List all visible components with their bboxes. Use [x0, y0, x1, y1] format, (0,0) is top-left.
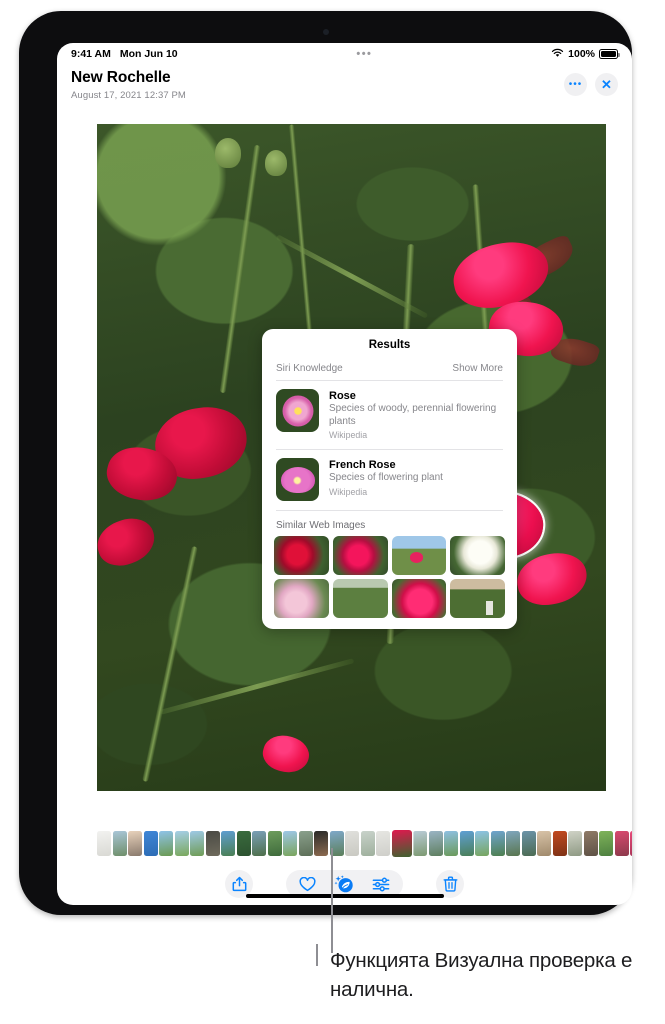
home-indicator[interactable] — [245, 893, 444, 898]
filmstrip-thumbnail[interactable] — [252, 830, 266, 856]
result-entry-french-rose[interactable]: French Rose Species of flowering plant W… — [262, 450, 517, 510]
filmstrip-thumbnail[interactable] — [490, 830, 505, 856]
filmstrip-thumbnail[interactable] — [444, 830, 458, 856]
status-bar: 9:41 AM Mon Jun 10 ••• 100% — [57, 43, 632, 65]
visual-lookup-results-popover: Results Siri Knowledge Show More Rose Sp… — [262, 329, 517, 629]
ellipsis-icon: ••• — [568, 78, 583, 90]
callout-leader-line — [331, 848, 333, 953]
photo-detail-header: New Rochelle August 17, 2021 12:37 PM ••… — [57, 65, 632, 121]
filmstrip-thumbnail[interactable] — [537, 830, 551, 856]
filmstrip-thumbnail[interactable] — [506, 830, 520, 856]
filmstrip-thumbnail[interactable] — [267, 830, 282, 856]
similar-web-images-grid — [262, 536, 517, 618]
callout-caption: Функцията Визуална проверка е налична. — [330, 949, 633, 1002]
close-button[interactable]: ✕ — [595, 73, 618, 96]
web-image-thumbnail[interactable] — [274, 536, 329, 575]
sliders-icon — [372, 877, 390, 891]
result-description: Species of flowering plant — [329, 472, 443, 483]
filmstrip-thumbnail[interactable] — [205, 830, 220, 856]
callout-tick-mark — [316, 944, 318, 966]
similar-web-images-label: Similar Web Images — [276, 520, 366, 531]
filmstrip-thumbnail[interactable] — [190, 830, 204, 856]
dynamic-island-dots-icon: ••• — [356, 48, 373, 60]
filmstrip-thumbnail[interactable] — [345, 830, 359, 856]
filmstrip-thumbnail[interactable] — [614, 830, 629, 856]
photo-thumbnail-strip[interactable] — [97, 829, 632, 857]
adjust-button[interactable] — [372, 877, 390, 892]
battery-percent-label: 100% — [568, 48, 595, 60]
filmstrip-thumbnail[interactable] — [376, 830, 390, 856]
status-bar-center: ••• — [178, 48, 552, 60]
front-camera-dot — [322, 29, 329, 35]
trash-icon — [443, 876, 457, 892]
filmstrip-thumbnail[interactable] — [174, 830, 189, 856]
filmstrip-thumbnail[interactable] — [630, 830, 632, 856]
web-image-thumbnail[interactable] — [332, 579, 388, 618]
result-source: Wikipedia — [329, 486, 368, 497]
filmstrip-thumbnail[interactable] — [97, 830, 111, 856]
visual-lookup-button[interactable] — [334, 874, 354, 894]
heart-icon — [299, 876, 316, 891]
result-entry-text: French Rose Species of flowering plant W… — [329, 458, 443, 501]
filmstrip-thumbnail-selected[interactable] — [391, 829, 412, 857]
filmstrip-thumbnail[interactable] — [413, 830, 427, 856]
siri-knowledge-label: Siri Knowledge — [276, 363, 343, 374]
status-date: Mon Jun 10 — [119, 48, 178, 60]
photo-bottom-toolbar — [57, 863, 632, 905]
close-icon: ✕ — [601, 77, 612, 92]
show-more-button[interactable]: Show More — [452, 363, 503, 374]
web-image-thumbnail[interactable] — [450, 536, 505, 575]
header-actions: ••• ✕ — [564, 73, 618, 96]
page-title: New Rochelle — [71, 69, 171, 86]
filmstrip-thumbnail[interactable] — [128, 830, 142, 856]
filmstrip-thumbnail[interactable] — [552, 830, 567, 856]
status-bar-left: 9:41 AM Mon Jun 10 — [71, 48, 178, 60]
pink-wild-rose-thumbnail — [276, 389, 319, 432]
more-options-button[interactable]: ••• — [564, 73, 587, 96]
visual-lookup-icon — [334, 874, 353, 892]
result-description: Species of woody, perennial flowering pl… — [329, 403, 497, 427]
filmstrip-thumbnail[interactable] — [360, 830, 375, 856]
web-image-thumbnail[interactable] — [391, 579, 447, 618]
photo-rose-bud — [265, 150, 287, 176]
result-entry-rose[interactable]: Rose Species of woody, perennial floweri… — [262, 381, 517, 449]
photo-rose-bud — [215, 138, 241, 168]
status-time: 9:41 AM — [71, 48, 111, 60]
result-source: Wikipedia — [329, 430, 368, 440]
result-entry-text: Rose Species of woody, perennial floweri… — [329, 389, 503, 440]
filmstrip-thumbnail[interactable] — [568, 830, 582, 856]
favorite-button[interactable] — [299, 876, 316, 892]
filmstrip-thumbnail[interactable] — [599, 830, 613, 856]
filmstrip-thumbnail[interactable] — [298, 830, 313, 856]
ipad-device-frame: 9:41 AM Mon Jun 10 ••• 100% New Rochelle… — [19, 11, 632, 915]
filmstrip-thumbnail[interactable] — [236, 830, 251, 856]
filmstrip-thumbnail[interactable] — [143, 830, 158, 856]
web-image-thumbnail[interactable] — [332, 536, 388, 575]
results-popover-title: Results — [368, 339, 411, 351]
filmstrip-thumbnail[interactable] — [112, 830, 127, 856]
result-title: Rose — [329, 390, 356, 402]
filmstrip-thumbnail[interactable] — [459, 830, 474, 856]
filmstrip-thumbnail[interactable] — [521, 830, 536, 856]
filmstrip-thumbnail[interactable] — [159, 830, 173, 856]
share-icon — [232, 876, 246, 892]
wifi-icon — [551, 48, 564, 61]
filmstrip-thumbnail[interactable] — [314, 830, 328, 856]
result-title: French Rose — [329, 459, 396, 471]
magenta-rose-thumbnail — [276, 458, 319, 501]
filmstrip-thumbnail[interactable] — [283, 830, 297, 856]
status-bar-right: 100% — [551, 48, 620, 61]
filmstrip-thumbnail[interactable] — [475, 830, 489, 856]
photo-timestamp: August 17, 2021 12:37 PM — [71, 90, 186, 101]
siri-knowledge-header: Siri Knowledge Show More — [262, 363, 517, 380]
web-image-thumbnail[interactable] — [450, 579, 505, 618]
filmstrip-thumbnail[interactable] — [583, 830, 598, 856]
battery-full-icon — [599, 49, 620, 59]
filmstrip-thumbnail[interactable] — [221, 830, 235, 856]
web-image-thumbnail[interactable] — [274, 579, 329, 618]
web-image-thumbnail[interactable] — [391, 536, 447, 575]
device-screen: 9:41 AM Mon Jun 10 ••• 100% New Rochelle… — [57, 43, 632, 905]
filmstrip-thumbnail[interactable] — [428, 830, 443, 856]
